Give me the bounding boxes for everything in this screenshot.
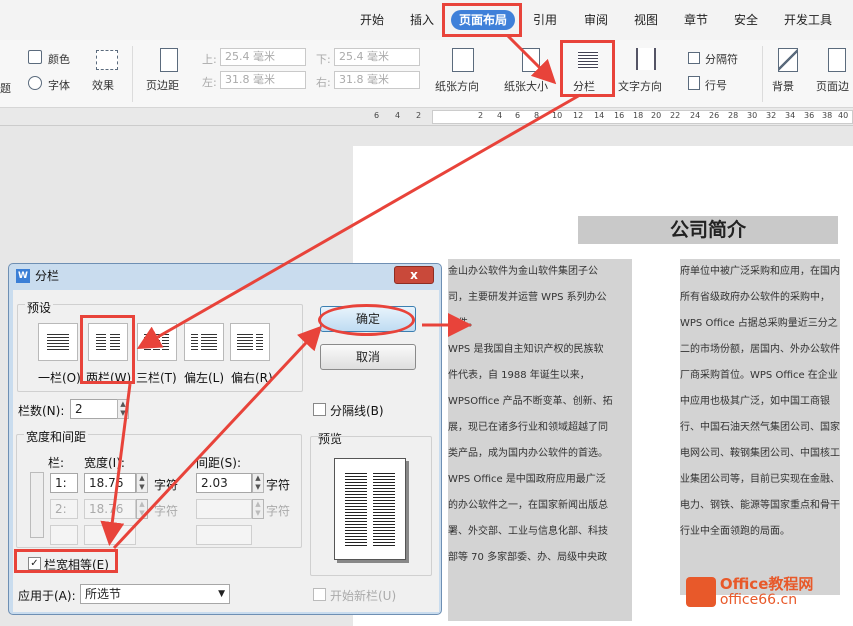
annotation-arrows [100,34,581,550]
